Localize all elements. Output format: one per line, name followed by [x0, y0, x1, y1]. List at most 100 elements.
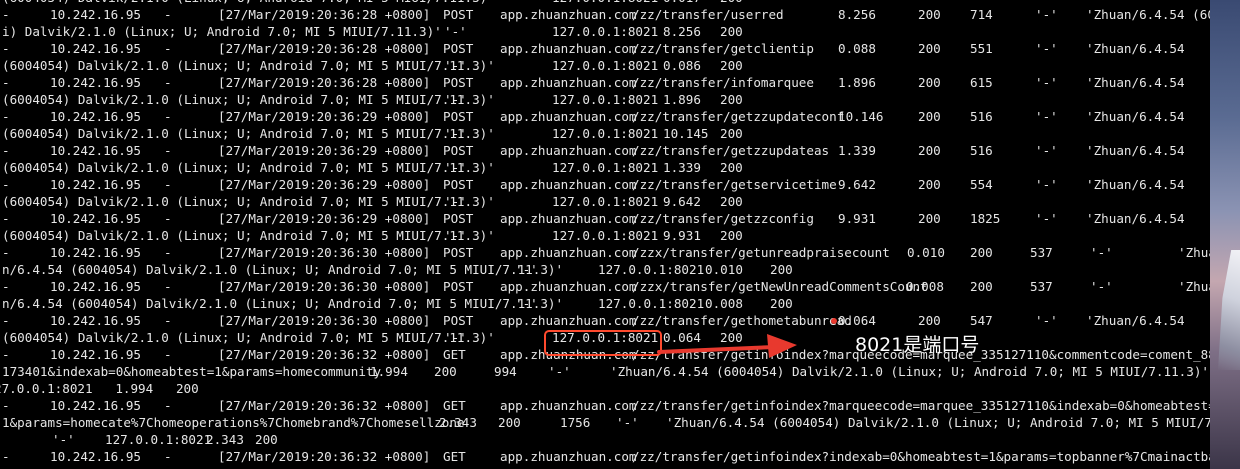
log-cell: app.zhuanzhuan.com — [500, 41, 637, 56]
log-cell: '-' — [1035, 177, 1058, 192]
log-cell: '-' — [1090, 279, 1113, 294]
log-cell: [27/Mar/2019:20:36:28 +0800] — [218, 75, 431, 90]
log-cell: 200 — [770, 262, 793, 277]
annotation-arrow — [657, 334, 797, 358]
log-cell: /zz/transfer/infomarquee — [632, 75, 814, 90]
log-cell: 173401&indexab=0&homeabtest=1&params=hom… — [2, 364, 382, 379]
log-cell: - — [164, 41, 172, 56]
log-cell: - — [2, 75, 10, 90]
log-cell: '-' — [616, 415, 639, 430]
log-cell: 'Zhuan/6.4.54 — [1086, 75, 1185, 90]
log-cell: 1.339 — [663, 160, 701, 175]
log-cell: 127.0.0.1:8021 — [552, 126, 659, 141]
log-cell: [27/Mar/2019:20:36:29 +0800] — [218, 143, 431, 158]
log-cell: 516 — [970, 143, 993, 158]
log-cell: '-' — [444, 24, 467, 39]
log-cell: - — [164, 449, 172, 464]
log-cell: app.zhuanzhuan.com — [500, 449, 637, 464]
log-cell: /zz/transfer/getzzconfig — [632, 211, 814, 226]
log-cell: 8.256 — [838, 7, 876, 22]
log-cell: 1756 — [560, 415, 591, 430]
log-cell: 0.008 — [705, 296, 743, 311]
log-cell: (6004054) Dalvik/2.1.0 (Linux; U; Androi… — [2, 330, 495, 345]
log-cell: 0.064 — [838, 313, 876, 328]
log-cell: app.zhuanzhuan.com — [500, 109, 637, 124]
log-cell: n/6.4.54 (6004054) Dalvik/2.1.0 (Linux; … — [2, 262, 564, 277]
log-cell: POST — [443, 245, 474, 260]
log-cell: - — [164, 313, 172, 328]
log-cell: 200 — [498, 415, 521, 430]
log-cell: 10.242.16.95 — [50, 449, 141, 464]
log-cell: '-' — [444, 160, 467, 175]
log-cell: 9.642 — [663, 194, 701, 209]
log-cell: 554 — [970, 177, 993, 192]
log-cell: GET — [443, 398, 466, 413]
log-cell: [27/Mar/2019:20:36:29 +0800] — [218, 177, 431, 192]
log-cell: 10.242.16.95 — [50, 41, 141, 56]
log-cell: POST — [443, 313, 474, 328]
log-cell: - — [164, 75, 172, 90]
log-cell: POST — [443, 177, 474, 192]
log-cell: 10.242.16.95 — [50, 109, 141, 124]
log-cell: 'Zhuan/6.4.54 (6004054) Dalvik/2.1.0 (Li… — [666, 415, 1210, 430]
log-cell: - — [2, 313, 10, 328]
log-cell: - — [2, 109, 10, 124]
cursor-dot — [831, 318, 837, 324]
log-cell: 10.242.16.95 — [50, 177, 141, 192]
log-cell: '-' — [1035, 143, 1058, 158]
log-cell: 200 — [434, 364, 457, 379]
log-cell: /zz/transfer/getinfoindex?indexab=0&home… — [632, 449, 1210, 464]
log-cell: 9.642 — [838, 177, 876, 192]
log-cell: 10.242.16.95 — [50, 398, 141, 413]
log-cell: 714 — [970, 7, 993, 22]
log-cell: - — [2, 41, 10, 56]
log-cell: 0.010 — [705, 262, 743, 277]
log-cell: 10.242.16.95 — [50, 279, 141, 294]
log-cell: 200 — [918, 143, 941, 158]
log-cell: '-' — [1035, 313, 1058, 328]
log-cell: /zz/transfer/getzzupdateconf — [632, 109, 845, 124]
log-cell: 127.0.0.1:8021 — [105, 432, 212, 447]
log-cell: 537 — [1030, 279, 1053, 294]
log-cell: 1825 — [970, 211, 1001, 226]
log-cell: [27/Mar/2019:20:36:28 +0800] — [218, 41, 431, 56]
log-cell: 'Zhuan/6.4.54 — [1086, 313, 1185, 328]
log-cell: [27/Mar/2019:20:36:30 +0800] — [218, 245, 431, 260]
log-cell: - — [2, 143, 10, 158]
log-cell: 516 — [970, 109, 993, 124]
log-cell: - — [164, 143, 172, 158]
log-cell: '-' — [444, 126, 467, 141]
terminal-window[interactable]: (6004054) Dalvik/2.1.0 (Linux; U; Androi… — [0, 0, 1210, 469]
log-cell: [27/Mar/2019:20:36:30 +0800] — [218, 313, 431, 328]
log-cell: app.zhuanzhuan.com — [500, 211, 637, 226]
log-cell: 200 — [918, 109, 941, 124]
log-cell: 1.896 — [663, 92, 701, 107]
log-cell: 'Zhuan/6.4.54 (600405 — [1086, 7, 1210, 22]
log-cell: 200 — [970, 245, 993, 260]
log-cell: 'Zhua — [1178, 279, 1210, 294]
log-cell: '-' — [1035, 7, 1058, 22]
desktop-wallpaper — [1210, 0, 1240, 469]
log-cell: POST — [443, 7, 474, 22]
log-cell: (6004054) Dalvik/2.1.0 (Linux; U; Androi… — [2, 160, 495, 175]
log-cell: (6004054) Dalvik/2.1.0 (Linux; U; Androi… — [2, 92, 495, 107]
log-cell: - — [2, 211, 10, 226]
log-cell: 200 — [970, 279, 993, 294]
log-cell: /zzx/transfer/getNewUnreadCommentsCount — [632, 279, 928, 294]
log-cell: /zz/transfer/getclientip — [632, 41, 814, 56]
log-cell: '-' — [52, 432, 75, 447]
log-cell: '-' — [515, 262, 538, 277]
log-cell: 'Zhuan/6.4.54 — [1086, 143, 1185, 158]
log-cell: [27/Mar/2019:20:36:32 +0800] — [218, 449, 431, 464]
log-cell: 615 — [970, 75, 993, 90]
log-cell: (6004054) Dalvik/2.1.0 (Linux; U; Androi… — [2, 194, 495, 209]
log-cell: 551 — [970, 41, 993, 56]
log-cell: '-' — [444, 330, 467, 345]
log-cell: 10.242.16.95 — [50, 245, 141, 260]
log-cell: app.zhuanzhuan.com — [500, 75, 637, 90]
log-cell: 'Zhuan/6.4.54 — [1086, 41, 1185, 56]
log-cell: 200 — [918, 7, 941, 22]
log-cell: - — [2, 7, 10, 22]
log-cell: 200 — [918, 41, 941, 56]
log-cell: - — [2, 245, 10, 260]
